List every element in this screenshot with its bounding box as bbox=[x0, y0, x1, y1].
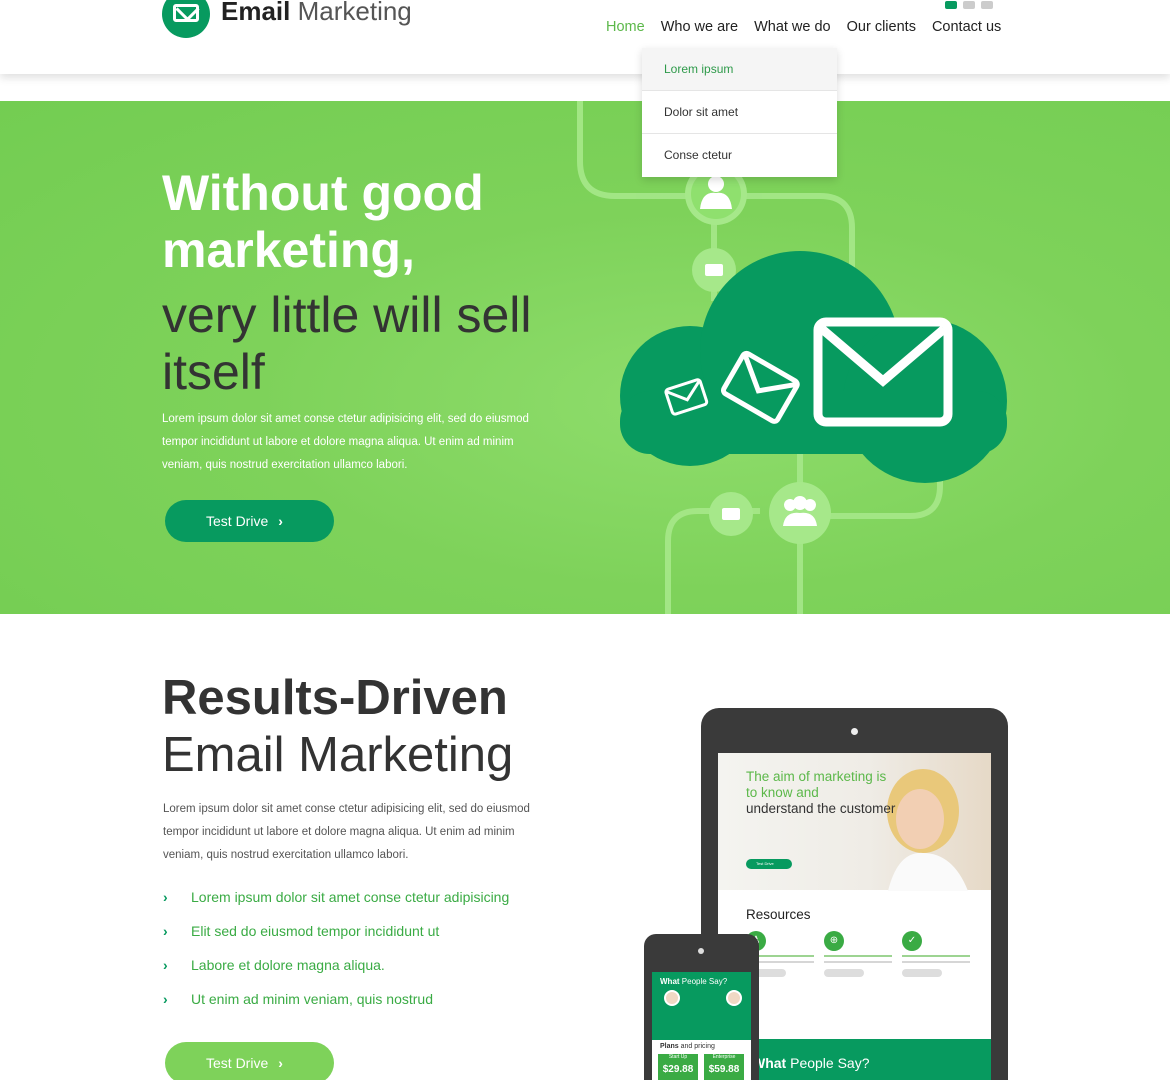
social-icons bbox=[945, 0, 1015, 9]
tablet-hero: The aim of marketing is to know and unde… bbox=[718, 753, 991, 891]
phone-testimonials-title: What People Say? bbox=[660, 977, 728, 986]
hero-section: Without good marketing, very little will… bbox=[0, 101, 1170, 614]
results-title-light: Email Marketing bbox=[162, 728, 514, 782]
nav-contact-us[interactable]: Contact us bbox=[932, 19, 1001, 35]
hero-title-light: very little will sell itself bbox=[162, 287, 532, 400]
camera-dot bbox=[851, 728, 858, 735]
resource-item: ⊕ bbox=[824, 931, 892, 977]
results-body: Lorem ipsum dolor sit amet conse ctetur … bbox=[163, 803, 530, 861]
phone-screen: What People Say? Plans and pricing Start… bbox=[652, 972, 751, 1080]
resource-item: ✓ bbox=[902, 931, 970, 977]
hero-title-bold: Without good marketing, bbox=[162, 165, 484, 278]
tablet-hero-dark: understand the customer bbox=[746, 801, 896, 816]
cloud-icon bbox=[620, 251, 1007, 483]
chevron-right-icon: › bbox=[163, 957, 168, 973]
phone-testimonials: What People Say? bbox=[652, 972, 751, 1040]
thumbs-up-icon: ✓ bbox=[902, 931, 922, 951]
avatar bbox=[726, 990, 742, 1006]
chevron-right-icon: › bbox=[163, 991, 168, 1007]
tablet-hero-green: The aim of marketing is to know and bbox=[746, 769, 887, 800]
feature-list: › Lorem ipsum dolor sit amet conse ctetur… bbox=[163, 889, 509, 1025]
list-item: › Ut enim ad minim veniam, quis nostrud bbox=[163, 991, 433, 1007]
facebook-icon[interactable] bbox=[945, 1, 957, 9]
cart-icon: ⊕ bbox=[824, 931, 844, 951]
nav-who-we-are[interactable]: Who we are bbox=[661, 19, 738, 35]
main-nav: Home Who we are What we do Our clients C… bbox=[606, 19, 1017, 35]
who-we-are-dropdown: Lorem ipsum Dolor sit amet Conse ctetur bbox=[642, 48, 837, 177]
plan-card[interactable]: Start Up $29.88 bbox=[658, 1054, 698, 1080]
twitter-icon[interactable] bbox=[963, 1, 975, 9]
chevron-right-icon: › bbox=[163, 923, 168, 939]
site-header: Email Marketing Home Who we are What we … bbox=[0, 0, 1170, 74]
chevron-right-icon: › bbox=[278, 513, 283, 529]
dropdown-item[interactable]: Dolor sit amet bbox=[642, 91, 837, 134]
results-title-bold: Results-Driven bbox=[162, 671, 508, 725]
chevron-right-icon: › bbox=[163, 889, 168, 905]
plan-card[interactable]: Enterprise $59.88 bbox=[704, 1054, 744, 1080]
dropdown-item[interactable]: Conse ctetur bbox=[642, 134, 837, 177]
results-test-drive-button[interactable]: Test Drive › bbox=[165, 1042, 334, 1080]
nav-what-we-do[interactable]: What we do bbox=[754, 19, 831, 35]
nav-home[interactable]: Home bbox=[606, 19, 645, 35]
plans-title: Plans and pricing bbox=[660, 1043, 715, 1050]
envelope-logo-icon[interactable] bbox=[162, 0, 210, 38]
dropdown-item[interactable]: Lorem ipsum bbox=[642, 48, 837, 91]
tablet-testimonials-title: What People Say? bbox=[752, 1055, 870, 1071]
avatar bbox=[664, 990, 680, 1006]
brand-name[interactable]: Email Marketing bbox=[221, 0, 412, 27]
nav-our-clients[interactable]: Our clients bbox=[847, 19, 916, 35]
list-item: › Labore et dolore magna aliqua. bbox=[163, 957, 385, 973]
list-item: › Elit sed do eiusmod tempor incididunt u… bbox=[163, 923, 440, 939]
hero-body: Lorem ipsum dolor sit amet conse ctetur … bbox=[162, 413, 529, 471]
chevron-right-icon: › bbox=[278, 1055, 283, 1071]
resources-title: Resources bbox=[746, 907, 811, 922]
hero-test-drive-button[interactable]: Test Drive › bbox=[165, 500, 334, 542]
list-item: › Lorem ipsum dolor sit amet conse ctetur… bbox=[163, 889, 510, 905]
tablet-test-drive-button[interactable]: Test Drive bbox=[746, 859, 792, 869]
phone-mockup: What People Say? Plans and pricing Start… bbox=[644, 934, 759, 1080]
google-icon[interactable] bbox=[981, 1, 993, 9]
camera-dot bbox=[698, 948, 704, 954]
